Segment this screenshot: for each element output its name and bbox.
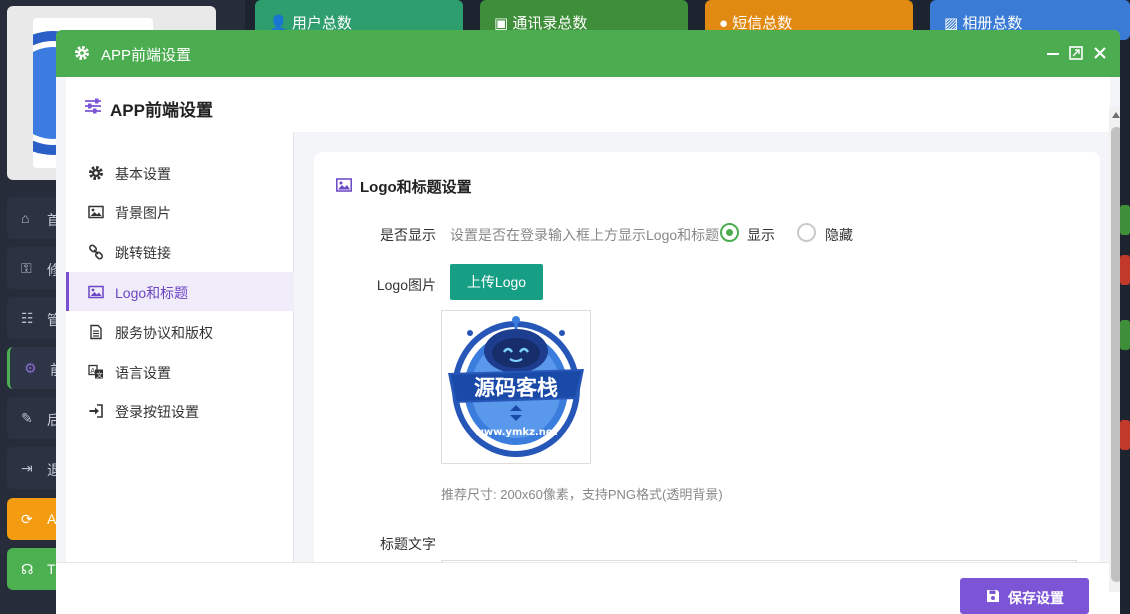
- size-hint: 推荐尺寸: 200x60像素，支持PNG格式(透明背景): [441, 487, 723, 502]
- background-edge-block: [1120, 205, 1130, 235]
- section-title: Logo和标题设置: [360, 179, 472, 196]
- svg-text:文: 文: [96, 370, 103, 379]
- menu-item-label: 服务协议和版权: [115, 325, 213, 341]
- menu-item-agreement[interactable]: 服务协议和版权: [66, 312, 294, 351]
- logo-preview: 源码客栈 www.ymkz.net: [441, 310, 591, 464]
- menu-item-background[interactable]: 背景图片: [66, 192, 294, 231]
- upload-logo-button[interactable]: 上传Logo: [450, 264, 543, 300]
- show-label: 是否显示: [380, 227, 436, 243]
- radio-show[interactable]: [720, 223, 739, 242]
- menu-item-logo-title[interactable]: Logo和标题: [66, 272, 294, 311]
- logo-text: 源码客栈: [474, 376, 558, 400]
- settings-menu: 基本设置 背景图片 跳转链接 Logo和标题 服务协议和版权 A文 语言设置 登…: [66, 132, 294, 572]
- save-label: 保存设置: [1008, 590, 1064, 606]
- menu-item-link[interactable]: 跳转链接: [66, 232, 294, 271]
- settings-content: Logo和标题设置 是否显示 设置是否在登录输入框上方显示Logo和标题 显示 …: [294, 132, 1110, 582]
- gear-icon: [89, 166, 103, 180]
- menu-item-login-button[interactable]: 登录按钮设置: [66, 391, 294, 430]
- menu-item-label: 跳转链接: [115, 245, 171, 261]
- menu-item-basic[interactable]: 基本设置: [66, 153, 294, 192]
- save-icon: [987, 590, 999, 602]
- image-icon: [336, 178, 352, 192]
- scrollbar-thumb[interactable]: [1111, 127, 1120, 582]
- sliders-icon: [85, 98, 101, 114]
- content-scrollbar[interactable]: [1109, 107, 1120, 592]
- menu-item-label: 背景图片: [115, 205, 171, 221]
- close-icon[interactable]: [1091, 44, 1109, 62]
- maximize-icon[interactable]: [1067, 44, 1085, 62]
- link-icon: [88, 244, 104, 260]
- logo-image: 源码客栈 www.ymkz.net: [448, 316, 584, 457]
- logo-title-panel: Logo和标题设置 是否显示 设置是否在登录输入框上方显示Logo和标题 显示 …: [314, 152, 1100, 582]
- page-title: APP前端设置: [110, 101, 213, 120]
- minimize-icon[interactable]: [1044, 44, 1062, 62]
- svg-text:A: A: [90, 367, 95, 375]
- background-edge-block: [1120, 320, 1130, 350]
- translate-icon: A文: [88, 364, 103, 379]
- menu-item-label: 语言设置: [115, 365, 171, 381]
- logo-label: Logo图片: [376, 277, 436, 293]
- page-header: APP前端设置: [66, 77, 1110, 132]
- background-edge-block: [1120, 420, 1130, 450]
- scroll-up-icon[interactable]: [1112, 112, 1120, 118]
- show-hint: 设置是否在登录输入框上方显示Logo和标题: [450, 227, 720, 243]
- save-button[interactable]: 保存设置: [960, 578, 1089, 614]
- modal-titlebar[interactable]: APP前端设置: [56, 30, 1120, 77]
- menu-item-label: 登录按钮设置: [115, 404, 199, 420]
- radio-hide[interactable]: [797, 223, 816, 242]
- modal-title: APP前端设置: [101, 47, 192, 64]
- document-icon: [90, 324, 102, 340]
- image-icon: [88, 285, 104, 299]
- radio-hide-label: 隐藏: [825, 227, 853, 243]
- gear-icon: [75, 46, 89, 60]
- modal-footer: 保存设置: [56, 562, 1120, 614]
- background-edge-block: [1120, 255, 1130, 285]
- settings-modal: APP前端设置 APP前端设置 基本设置 背景图片 跳转链接 Logo和标题 服…: [56, 30, 1120, 614]
- menu-item-language[interactable]: A文 语言设置: [66, 352, 294, 391]
- logo-url: www.ymkz.net: [475, 427, 558, 438]
- title-label: 标题文字: [380, 536, 436, 552]
- menu-item-label: 基本设置: [115, 166, 171, 182]
- menu-item-label: Logo和标题: [115, 285, 189, 301]
- background-nav-label: A: [47, 511, 57, 527]
- sign-in-icon: [89, 404, 103, 418]
- radio-show-label: 显示: [747, 227, 775, 243]
- background-nav-label: T: [47, 561, 56, 577]
- image-icon: [88, 205, 104, 219]
